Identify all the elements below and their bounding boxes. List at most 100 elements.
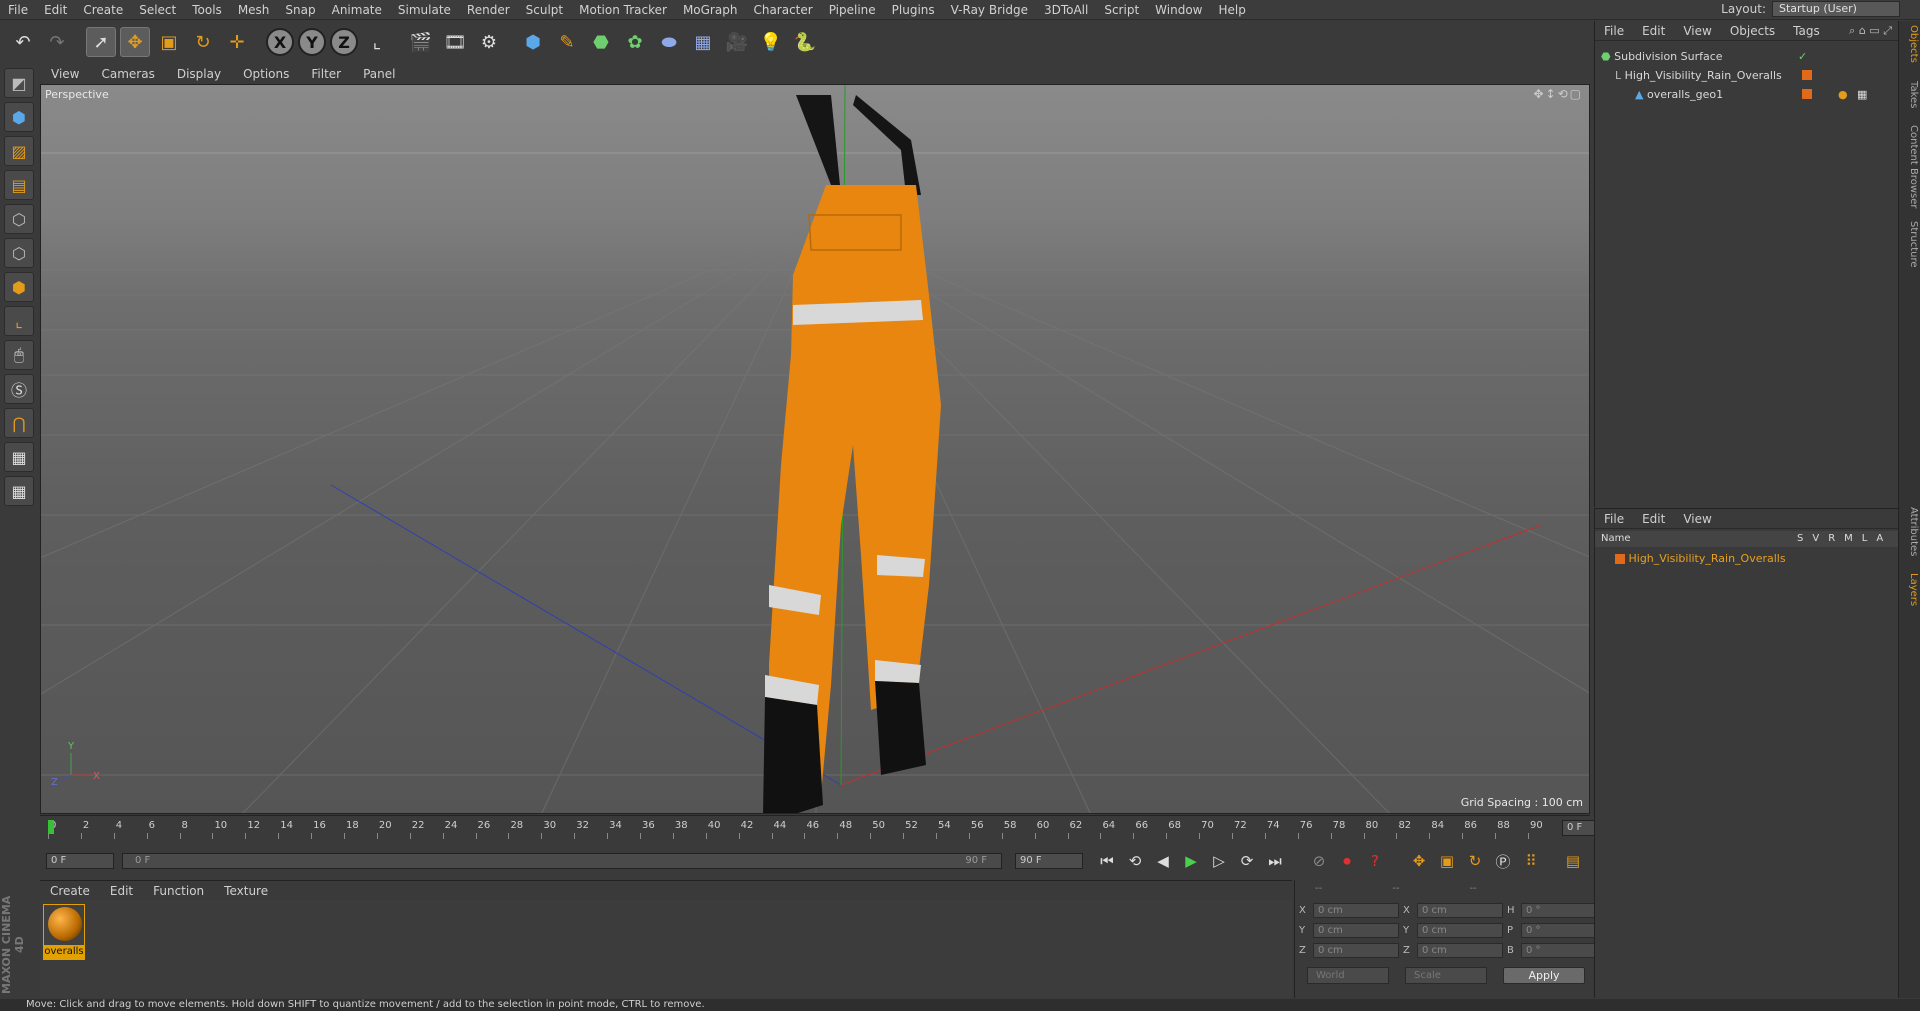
menu-create[interactable]: Create: [75, 3, 131, 17]
last-tool-icon[interactable]: ✛: [222, 27, 252, 57]
timeline-window-icon[interactable]: ▤: [1561, 849, 1585, 873]
previous-key-icon[interactable]: ⟲: [1123, 849, 1147, 873]
snap-icon[interactable]: Ⓢ: [4, 374, 34, 404]
tweak-mode-icon[interactable]: 🖱: [4, 340, 34, 370]
menu-animate[interactable]: Animate: [324, 3, 390, 17]
cube-primitive-icon[interactable]: ⬢: [518, 27, 548, 57]
menu-plugins[interactable]: Plugins: [884, 3, 943, 17]
magnet-icon[interactable]: ⋂: [4, 408, 34, 438]
layers-menu-view[interactable]: View: [1674, 512, 1720, 526]
layer-color-swatch[interactable]: [1615, 554, 1625, 564]
end-frame-field[interactable]: 90 F: [1015, 853, 1083, 869]
viewport-menu-options[interactable]: Options: [232, 67, 300, 81]
timeline-ruler[interactable]: 0246810121416182022242628303234363840424…: [40, 815, 1626, 841]
key-parameter-icon[interactable]: Ⓟ: [1491, 849, 1515, 873]
objects-menu-tags[interactable]: Tags: [1784, 24, 1829, 38]
key-rotation-icon[interactable]: ↻: [1463, 849, 1487, 873]
menu-edit[interactable]: Edit: [36, 3, 75, 17]
material-menu-texture[interactable]: Texture: [214, 884, 278, 898]
menu-motion-tracker[interactable]: Motion Tracker: [571, 3, 675, 17]
go-to-end-icon[interactable]: ⏭: [1263, 849, 1287, 873]
search-icon[interactable]: ⌕ ⌂ ▭ ⤢: [1849, 24, 1898, 38]
undo-icon[interactable]: ↶: [8, 27, 38, 57]
planar-workplane-icon[interactable]: ▦: [4, 476, 34, 506]
mograph-cloner-icon[interactable]: ✿: [620, 27, 650, 57]
tree-row-overalls-null[interactable]: L High_Visibility_Rain_Overalls: [1595, 66, 1898, 85]
apply-button[interactable]: Apply: [1503, 967, 1585, 984]
objects-menu-view[interactable]: View: [1674, 24, 1720, 38]
viewport-nav-icons[interactable]: ✥↕⟲▢: [1533, 87, 1583, 101]
coordinate-space-dropdown[interactable]: World: [1307, 967, 1389, 984]
menu-help[interactable]: Help: [1210, 3, 1253, 17]
timeline-playhead[interactable]: [48, 820, 54, 834]
workplane-lock-icon[interactable]: ▦: [4, 442, 34, 472]
coordinate-mode-dropdown[interactable]: Scale: [1405, 967, 1487, 984]
viewport-menu-cameras[interactable]: Cameras: [90, 67, 165, 81]
viewport-menu-display[interactable]: Display: [166, 67, 232, 81]
viewport-menu-filter[interactable]: Filter: [300, 67, 352, 81]
render-view-icon[interactable]: 🎬: [406, 27, 436, 57]
layer-color-swatch[interactable]: [1802, 89, 1812, 99]
y-axis-lock-icon[interactable]: Y: [298, 28, 326, 56]
viewport-menu-view[interactable]: View: [40, 67, 90, 81]
menu-tools[interactable]: Tools: [184, 3, 230, 17]
size-y-field[interactable]: 0 cm: [1417, 923, 1503, 938]
points-mode-icon[interactable]: ⬡: [4, 204, 34, 234]
floor-scene-icon[interactable]: ▦: [688, 27, 718, 57]
menu-mograph[interactable]: MoGraph: [675, 3, 746, 17]
key-scale-icon[interactable]: ▣: [1435, 849, 1459, 873]
tab-content-browser[interactable]: Content Browser: [1901, 125, 1919, 208]
objects-menu-edit[interactable]: Edit: [1633, 24, 1674, 38]
objects-menu-file[interactable]: File: [1595, 24, 1633, 38]
range-slider[interactable]: 0 F 90 F: [122, 853, 1002, 869]
tab-layers[interactable]: Layers: [1901, 573, 1919, 606]
material-menu-function[interactable]: Function: [143, 884, 214, 898]
menu-window[interactable]: Window: [1147, 3, 1210, 17]
material-menu-edit[interactable]: Edit: [100, 884, 143, 898]
layout-dropdown[interactable]: Startup (User): [1772, 1, 1900, 17]
pen-spline-icon[interactable]: ✎: [552, 27, 582, 57]
x-axis-lock-icon[interactable]: X: [266, 28, 294, 56]
render-picture-viewer-icon[interactable]: 🎞: [440, 27, 470, 57]
key-position-icon[interactable]: ✥: [1407, 849, 1431, 873]
menu-select[interactable]: Select: [131, 3, 184, 17]
position-y-field[interactable]: 0 cm: [1313, 923, 1399, 938]
key-pla-icon[interactable]: ⠿: [1519, 849, 1543, 873]
go-to-start-icon[interactable]: ⏮: [1095, 849, 1119, 873]
motion-record-icon[interactable]: ⊘: [1307, 849, 1331, 873]
uvw-tag-icon[interactable]: ▦: [1857, 85, 1867, 104]
tree-row-overalls-geo[interactable]: ▲ overalls_geo1 ● ▦: [1595, 85, 1898, 104]
record-active-icon[interactable]: ⏺: [1335, 849, 1359, 873]
layer-row[interactable]: High_Visibility_Rain_Overalls: [1595, 549, 1898, 568]
tree-row-subdivision-surface[interactable]: ⬣ Subdivision Surface ✓: [1595, 47, 1898, 66]
objects-menu-objects[interactable]: Objects: [1721, 24, 1784, 38]
layer-color-swatch[interactable]: [1802, 70, 1812, 80]
previous-frame-icon[interactable]: ◀: [1151, 849, 1175, 873]
texture-mode-icon[interactable]: ▨: [4, 136, 34, 166]
coordinate-system-icon[interactable]: ⌞: [362, 27, 392, 57]
menu-file[interactable]: File: [0, 3, 36, 17]
material-menu-create[interactable]: Create: [40, 884, 100, 898]
size-z-field[interactable]: 0 cm: [1417, 943, 1503, 958]
move-tool-icon[interactable]: ✥: [120, 27, 150, 57]
menu-simulate[interactable]: Simulate: [390, 3, 459, 17]
position-z-field[interactable]: 0 cm: [1313, 943, 1399, 958]
deformer-icon[interactable]: ⬬: [654, 27, 684, 57]
tab-attributes[interactable]: Attributes: [1901, 507, 1919, 556]
menu-vray-bridge[interactable]: V-Ray Bridge: [943, 3, 1036, 17]
next-key-icon[interactable]: ⟳: [1235, 849, 1259, 873]
edges-mode-icon[interactable]: ⬡: [4, 238, 34, 268]
menu-snap[interactable]: Snap: [277, 3, 323, 17]
scale-tool-icon[interactable]: ▣: [154, 27, 184, 57]
light-icon[interactable]: 💡: [756, 27, 786, 57]
tab-objects[interactable]: Objects: [1901, 25, 1919, 63]
enabled-check-icon[interactable]: ✓: [1798, 47, 1807, 66]
workplane-icon[interactable]: ▤: [4, 170, 34, 200]
make-editable-icon[interactable]: ◩: [4, 68, 34, 98]
position-x-field[interactable]: 0 cm: [1313, 903, 1399, 918]
render-settings-icon[interactable]: ⚙: [474, 27, 504, 57]
rotate-tool-icon[interactable]: ↻: [188, 27, 218, 57]
camera-icon[interactable]: 🎥: [722, 27, 752, 57]
menu-pipeline[interactable]: Pipeline: [821, 3, 884, 17]
layers-menu-file[interactable]: File: [1595, 512, 1633, 526]
